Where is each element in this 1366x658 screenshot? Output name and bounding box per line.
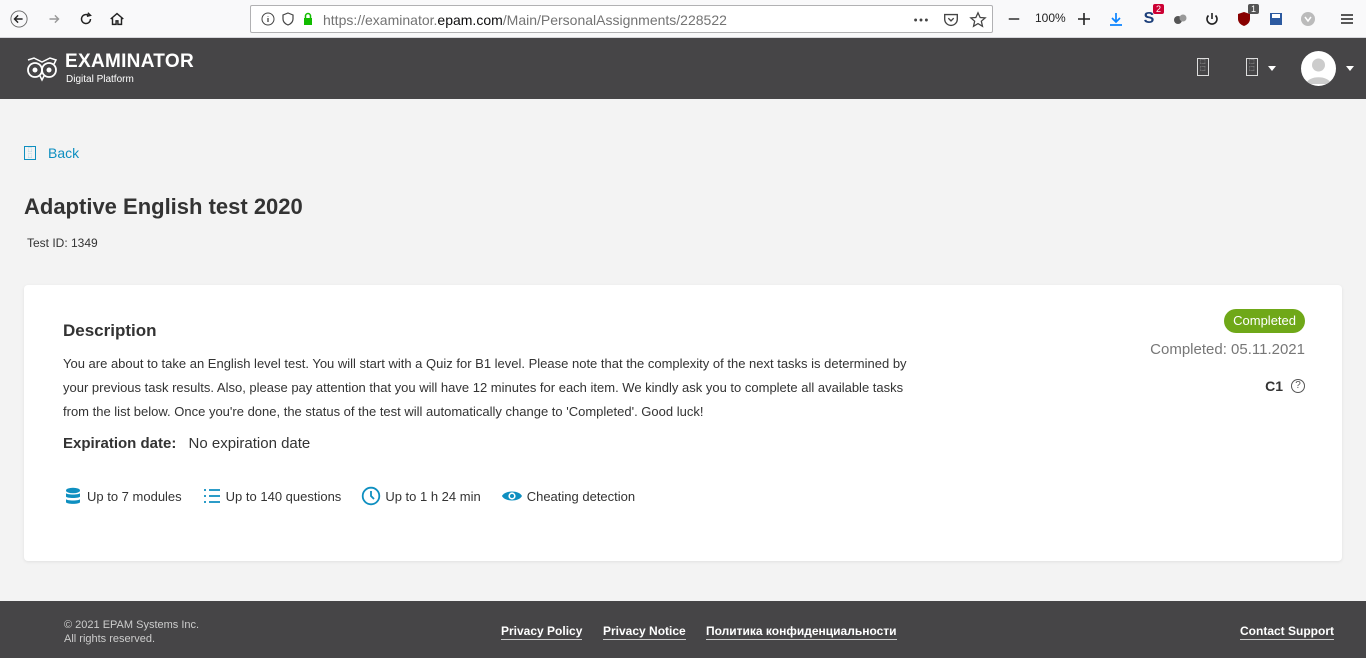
status-badge: Completed	[1224, 309, 1305, 333]
expiration-value: No expiration date	[188, 435, 311, 452]
feature-list: Up to 7 modules Up to 140 questions Up t…	[63, 485, 655, 507]
extension-balls-icon[interactable]	[1169, 8, 1191, 30]
back-icon: ⬚ ⬚	[24, 146, 36, 160]
copyright-line-1: © 2021 EPAM Systems Inc.	[64, 619, 200, 631]
shield-icon[interactable]	[281, 12, 295, 26]
info-icon[interactable]	[261, 12, 275, 26]
pocket-icon[interactable]	[941, 10, 961, 30]
hamburger-menu-icon[interactable]	[1336, 8, 1358, 30]
feature-item: Up to 1 h 24 min	[361, 486, 481, 506]
address-bar[interactable]: https://examinator.epam.com/Main/Persona…	[250, 5, 993, 33]
level-row: C1 ?	[1265, 378, 1305, 394]
level-value: C1	[1265, 378, 1283, 394]
copyright: © 2021 EPAM Systems Inc. All rights rese…	[64, 618, 199, 646]
list-icon	[203, 489, 220, 503]
expiration-label: Expiration date:	[63, 435, 177, 452]
app-header: EXAMINATOR Digital Platform ⬚ ⬚ ⬚ ⬚	[0, 38, 1366, 99]
feature-item: Cheating detection	[501, 486, 635, 506]
privacy-notice-link[interactable]: Privacy Notice	[603, 624, 686, 640]
contact-support-link[interactable]: Contact Support	[1240, 624, 1334, 640]
power-icon[interactable]	[1201, 8, 1223, 30]
logo-subtitle: Digital Platform	[66, 74, 134, 85]
help-icon[interactable]: ?	[1291, 379, 1305, 393]
eye-icon	[501, 491, 522, 501]
privacy-policy-link[interactable]: Privacy Policy	[501, 624, 583, 640]
back-link[interactable]: ⬚ ⬚ Back	[24, 143, 79, 163]
description-text: You are about to take an English level t…	[63, 356, 907, 419]
footer: © 2021 EPAM Systems Inc. All rights rese…	[0, 601, 1366, 658]
test-id: Test ID: 1349	[27, 236, 98, 250]
zoom-in-icon[interactable]	[1073, 8, 1095, 30]
download-icon[interactable]	[1105, 8, 1127, 30]
page-title: Adaptive English test 2020	[24, 194, 303, 219]
feature-label: Up to 140 questions	[225, 488, 342, 504]
database-icon	[66, 487, 80, 504]
expiration-row: Expiration date: No expiration date	[63, 435, 310, 452]
copyright-line-2: All rights reserved.	[64, 633, 156, 645]
feature-label: Up to 1 h 24 min	[385, 488, 481, 504]
lock-icon[interactable]	[301, 12, 315, 26]
extension-s-icon[interactable]: S 2	[1138, 4, 1164, 30]
reload-icon[interactable]	[72, 5, 100, 33]
avatar[interactable]	[1301, 51, 1336, 86]
ublock-icon[interactable]: 1	[1233, 4, 1259, 30]
zoom-level[interactable]: 100%	[1035, 11, 1066, 25]
language-icon[interactable]: ⬚ ⬚	[1197, 58, 1209, 76]
browser-toolbar: https://examinator.epam.com/Main/Persona…	[0, 0, 1366, 38]
feature-item: Up to 7 modules	[63, 486, 182, 506]
page-actions-icon[interactable]	[911, 10, 931, 30]
zoom-out-icon[interactable]	[1003, 8, 1025, 30]
owl-logo-icon[interactable]	[26, 56, 58, 82]
back-label: Back	[48, 145, 80, 161]
completed-date: Completed: 05.11.2021	[1150, 341, 1305, 358]
feature-label: Cheating detection	[526, 488, 636, 504]
bookmark-star-icon[interactable]	[968, 10, 988, 30]
privacy-policy-ru-link[interactable]: Политика конфиденциальности	[706, 624, 897, 640]
test-card: Description You are about to take an Eng…	[24, 285, 1342, 561]
clock-icon	[362, 486, 381, 506]
url-text[interactable]: https://examinator.epam.com/Main/Persona…	[323, 12, 727, 28]
chevron-down-icon[interactable]	[1268, 66, 1276, 71]
user-menu-chevron-icon[interactable]	[1346, 66, 1354, 71]
forward-arrow-icon[interactable]	[40, 5, 68, 33]
feature-label: Up to 7 modules	[87, 488, 182, 504]
extension-gray-icon[interactable]	[1297, 8, 1319, 30]
feature-item: Up to 140 questions	[202, 486, 342, 506]
logo-title[interactable]: EXAMINATOR	[65, 51, 194, 73]
home-icon[interactable]	[103, 5, 131, 33]
description-title: Description	[63, 321, 157, 340]
save-disk-icon[interactable]	[1265, 8, 1287, 30]
role-switch-icon[interactable]: ⬚ ⬚	[1246, 58, 1258, 76]
back-arrow-icon[interactable]	[5, 5, 33, 33]
